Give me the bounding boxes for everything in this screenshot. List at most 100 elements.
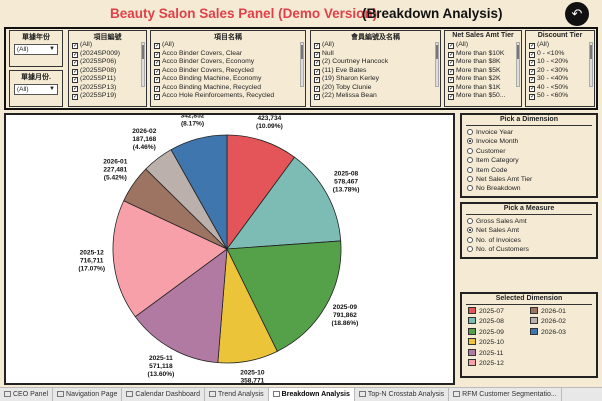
slicer-item[interactable]: ✓ More than $8K [448,58,521,67]
slicer-item[interactable]: ✓ 40 - <50% [529,84,594,93]
radio-button[interactable] [467,175,473,182]
radio-button[interactable] [467,138,473,145]
slicer-item[interactable]: ✓ 50 - <60% [529,92,594,101]
scrollbar[interactable] [516,42,520,87]
slicer-item[interactable]: ✓ (2025SP13) [72,84,146,93]
sheet-tab[interactable]: Calendar Dashboard [122,388,206,401]
checkbox[interactable]: ✓ [448,60,454,66]
slicer-item[interactable]: ✓ Acco Binder Covers, Clear [154,50,305,59]
radio-button[interactable] [467,157,473,164]
slicer-item[interactable]: ✓ (All) [154,41,305,50]
slicer-item[interactable]: ✓ (20) Toby Clunie [314,84,440,93]
slicer-item[interactable]: ✓ (22) Melissa Bean [314,92,440,101]
checkbox[interactable]: ✓ [314,68,320,75]
slicer-item[interactable]: ✓ (All) [448,41,521,50]
slicer-item[interactable]: ✓ (All) [72,41,146,50]
dimension-option[interactable]: Item Category [462,156,596,165]
slicer-item[interactable]: ✓ (All) [314,41,440,50]
radio-button[interactable] [467,236,473,243]
checkbox[interactable]: ✓ [154,85,160,92]
slicer-item[interactable]: ✓ Acco Binding Machine, Economy [154,75,305,84]
checkbox[interactable]: ✓ [448,85,454,92]
checkbox[interactable]: ✓ [529,60,535,66]
measure-option[interactable]: Gross Sales Amt [462,217,596,226]
slicer-item[interactable]: ✓ (2025SP11) [72,75,146,84]
checkbox[interactable]: ✓ [529,68,535,75]
measure-option[interactable]: No. of Invoices [462,236,596,245]
checkbox[interactable]: ✓ [154,94,160,100]
slicer-item[interactable]: ✓ (2024SP009) [72,50,146,59]
slicer-item[interactable]: ✓ More than $50... [448,92,521,101]
checkbox[interactable]: ✓ [448,94,454,100]
radio-button[interactable] [467,147,473,154]
slicer-item[interactable]: ✓ (2025SP06) [72,58,146,67]
sheet-tab[interactable]: Navigation Page [53,388,123,401]
back-arrow-icon[interactable]: ↶ [565,2,589,26]
checkbox[interactable]: ✓ [529,51,535,58]
checkbox[interactable]: ✓ [314,85,320,92]
checkbox[interactable]: ✓ [529,77,535,83]
slicer-item[interactable]: ✓ 30 - <40% [529,75,594,84]
checkbox[interactable]: ✓ [72,85,78,92]
slicer-item[interactable]: ✓ Acco Binder Covers, Economy [154,58,305,67]
slicer-item[interactable]: ✓ (2025SP08) [72,67,146,76]
sheet-tab[interactable]: Top-N Crosstab Analysis [355,388,450,401]
dimension-option[interactable]: Item Code [462,166,596,175]
slicer-item[interactable]: ✓ 0 - <10% [529,50,594,59]
slicer-item[interactable]: ✓ More than $2K [448,75,521,84]
checkbox[interactable]: ✓ [448,68,454,75]
checkbox[interactable]: ✓ [154,43,160,49]
checkbox[interactable]: ✓ [72,60,78,66]
checkbox[interactable]: ✓ [72,43,78,49]
slicer-item[interactable]: ✓ (11) Eve Bates [314,67,440,76]
scrollbar[interactable] [141,42,145,87]
scrollbar[interactable] [435,42,439,87]
checkbox[interactable]: ✓ [314,43,320,49]
slicer-item[interactable]: ✓ More than $1K [448,84,521,93]
sheet-tab[interactable]: CEO Panel [0,388,54,401]
radio-button[interactable] [467,166,473,173]
checkbox[interactable]: ✓ [154,60,160,66]
checkbox[interactable]: ✓ [314,77,320,83]
slicer-item[interactable]: ✓ Acco Binding Machine, Recycled [154,84,305,93]
slicer-item[interactable]: ✓ More than $5K [448,67,521,76]
checkbox[interactable]: ✓ [72,68,78,75]
sheet-tab[interactable]: RFM Customer Segmentatio... [449,388,562,401]
slicer-item[interactable]: ✓ (19) Sharon Kerley [314,75,440,84]
checkbox[interactable]: ✓ [314,51,320,58]
slicer-item[interactable]: ✓ More than $10K [448,50,521,59]
year-dropdown[interactable]: (All) ▼ [14,44,58,55]
checkbox[interactable]: ✓ [529,43,535,49]
measure-option[interactable]: No. of Customers [462,245,596,254]
slicer-item[interactable]: ✓ Acco Hole Reinforcements, Recycled [154,92,305,101]
sheet-tab[interactable]: Breakdown Analysis [268,388,355,401]
checkbox[interactable]: ✓ [529,85,535,92]
radio-button[interactable] [467,218,473,224]
radio-button[interactable] [467,227,473,234]
checkbox[interactable]: ✓ [448,43,454,49]
radio-button[interactable] [467,129,473,135]
checkbox[interactable]: ✓ [314,60,320,66]
slicer-item[interactable]: ✓ (2025SP19) [72,92,146,101]
checkbox[interactable]: ✓ [154,51,160,58]
dimension-option[interactable]: Customer [462,147,596,156]
radio-button[interactable] [467,185,473,192]
scrollbar[interactable] [300,42,304,87]
checkbox[interactable]: ✓ [72,77,78,83]
slicer-item[interactable]: ✓ Acco Binder Covers, Recycled [154,67,305,76]
checkbox[interactable]: ✓ [154,77,160,83]
dimension-option[interactable]: No Breakdown [462,184,596,193]
checkbox[interactable]: ✓ [72,94,78,100]
radio-button[interactable] [467,246,473,253]
checkbox[interactable]: ✓ [314,94,320,100]
checkbox[interactable]: ✓ [448,77,454,83]
slicer-item[interactable]: ✓ Null [314,50,440,59]
checkbox[interactable]: ✓ [529,94,535,100]
month-dropdown[interactable]: (All) ▼ [14,84,58,95]
measure-option[interactable]: Net Sales Amt [462,226,596,235]
slicer-item[interactable]: ✓ (All) [529,41,594,50]
dimension-option[interactable]: Invoice Year [462,128,596,137]
dimension-option[interactable]: Net Sales Amt Tier [462,175,596,184]
slicer-item[interactable]: ✓ (2) Courtney Hancock [314,58,440,67]
checkbox[interactable]: ✓ [154,68,160,75]
